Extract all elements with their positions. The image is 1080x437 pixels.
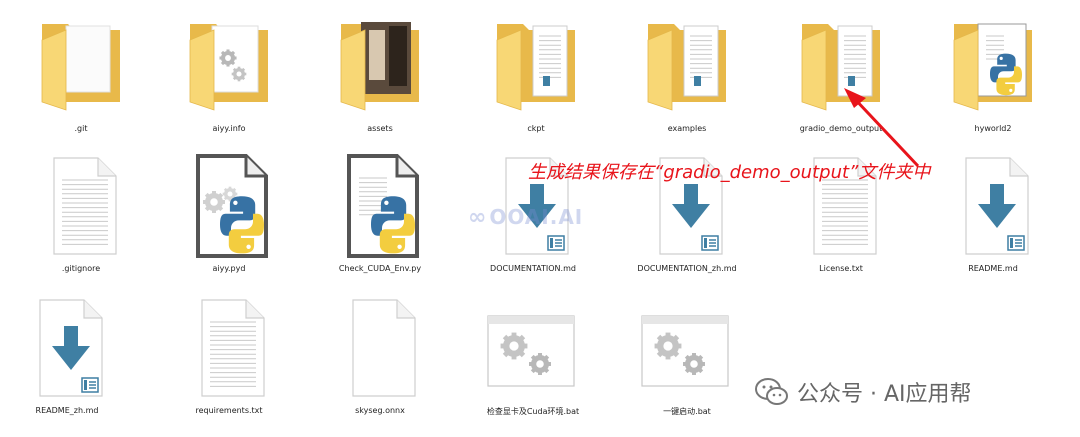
file-item-one-click-start-bat[interactable]: 一键启动.bat	[612, 282, 762, 422]
folder-item-git[interactable]: .git	[6, 0, 156, 140]
file-label: aiyy.pyd	[212, 264, 246, 273]
folder-icon	[632, 10, 742, 120]
markdown-file-icon	[938, 150, 1048, 260]
file-item-readme-zh-md[interactable]: README_zh.md	[0, 282, 142, 422]
file-label: hyworld2	[974, 124, 1012, 133]
watermark-logo: ∞ OOAI.AI	[468, 205, 584, 230]
folder-icon	[481, 10, 591, 120]
file-item-aiyy-pyd[interactable]: aiyy.pyd	[154, 140, 304, 280]
file-label: .git	[74, 124, 88, 133]
folder-icon	[26, 10, 136, 120]
wechat-footer: 公众号 · AI应用帮	[755, 372, 972, 412]
markdown-file-icon	[12, 292, 122, 402]
text-file-icon	[174, 292, 284, 402]
file-label: examples	[667, 124, 707, 133]
file-label: License.txt	[819, 264, 863, 273]
file-label: .gitignore	[61, 264, 101, 273]
file-label: skyseg.onnx	[355, 406, 405, 415]
file-label: 一键启动.bat	[663, 407, 711, 416]
file-item-skyseg-onnx[interactable]: skyseg.onnx	[305, 282, 455, 422]
file-label: 检查显卡及Cuda环境.bat	[486, 407, 580, 416]
blank-file-icon	[325, 292, 435, 402]
python-extension-icon	[174, 150, 284, 260]
folder-item-hyworld2[interactable]: hyworld2	[918, 0, 1068, 140]
batch-file-icon	[478, 292, 588, 402]
file-label: README_zh.md	[35, 406, 99, 415]
file-item-gitignore[interactable]: .gitignore	[6, 140, 156, 280]
file-label: requirements.txt	[195, 406, 263, 415]
file-item-check-cuda-env[interactable]: Check_CUDA_Env.py	[305, 140, 455, 280]
folder-item-examples[interactable]: examples	[612, 0, 762, 140]
wechat-icon	[755, 378, 788, 405]
folder-item-ckpt[interactable]: ckpt	[461, 0, 611, 140]
file-item-check-gpu-bat[interactable]: 检查显卡及Cuda环境.bat	[458, 282, 608, 422]
file-label: ckpt	[527, 124, 545, 133]
file-label: assets	[367, 124, 393, 133]
text-file-icon	[26, 150, 136, 260]
python-file-icon	[325, 150, 435, 260]
batch-file-icon	[632, 292, 742, 402]
folder-icon	[938, 10, 1048, 120]
file-item-readme-md[interactable]: README.md	[918, 140, 1068, 280]
folder-icon	[325, 10, 435, 120]
file-label: DOCUMENTATION.md	[490, 264, 576, 273]
folder-item-assets[interactable]: assets	[305, 0, 455, 140]
annotation-text: 生成结果保存在“gradio_demo_output”文件夹中	[528, 162, 931, 183]
file-label: Check_CUDA_Env.py	[338, 264, 422, 273]
folder-item-aiyy-info[interactable]: aiyy.info	[154, 0, 304, 140]
folder-icon	[174, 10, 284, 120]
file-item-requirements-txt[interactable]: requirements.txt	[154, 282, 304, 422]
file-label: aiyy.info	[212, 124, 246, 133]
red-arrow-icon	[844, 88, 920, 168]
file-label: DOCUMENTATION_zh.md	[637, 264, 737, 273]
footer-text: 公众号 · AI应用帮	[797, 382, 972, 407]
file-label: README.md	[968, 264, 1018, 273]
